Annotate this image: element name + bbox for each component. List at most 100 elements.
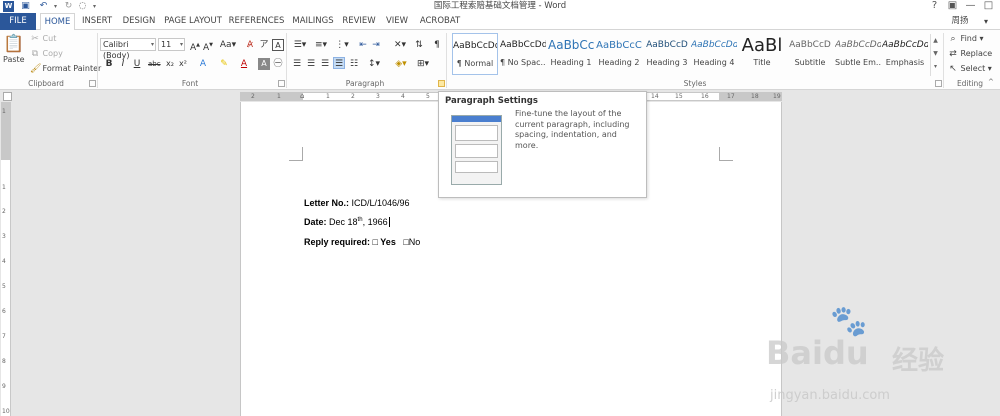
style-title[interactable]: AaBl Title [739,33,785,75]
tab-insert[interactable]: INSERT [79,13,115,30]
date-line[interactable]: Date: Dec 18th, 1966 [304,217,390,227]
style-normal[interactable]: AaBbCcDd ¶ Normal [452,33,498,75]
style-preview: AaBbCcDd [691,40,737,50]
select-label: Select [960,64,986,73]
bold-icon[interactable]: B [103,58,115,70]
highlight-icon[interactable]: ✎ [218,58,230,70]
find-button[interactable]: ⌕ Find ▾ [948,33,983,44]
style-heading-4[interactable]: AaBbCcDd Heading 4 [691,33,737,75]
font-name-combo[interactable]: Calibri (Body) ▾ [100,38,156,60]
ruler-tick: 17 [727,93,735,100]
search-icon: ⌕ [950,34,956,44]
tab-acrobat[interactable]: ACROBAT [416,13,464,30]
ruler-tick: 18 [751,93,759,100]
font-launcher-icon[interactable] [278,80,285,87]
copy-label: Copy [42,49,63,58]
shrink-font-icon[interactable]: A▼ [202,39,214,53]
tab-mailings[interactable]: MAILINGS [290,13,336,30]
tab-review[interactable]: REVIEW [340,13,378,30]
increase-indent-icon[interactable]: ⇥ [370,39,382,51]
style-heading-3[interactable]: AaBbCcD Heading 3 [644,33,690,75]
paste-button[interactable]: 📋 Paste [3,33,25,71]
bullets-icon[interactable]: ☰▾ [291,39,309,51]
align-right-icon[interactable]: ☰ [319,58,331,70]
replace-button[interactable]: ⇄ Replace [948,48,992,59]
tab-selector-icon[interactable] [3,92,12,101]
date-label: Date: [304,217,327,227]
grow-font-icon[interactable]: A▲ [189,39,201,53]
decrease-indent-icon[interactable]: ⇤ [357,39,369,51]
strikethrough-icon[interactable]: abc [148,58,161,70]
font-color-icon[interactable]: A [238,58,250,70]
style-no-spacing[interactable]: AaBbCcDd ¶ No Spac... [500,33,546,75]
style-preview: AaBbCcD [789,40,831,50]
reply-required-line[interactable]: Reply required: □ Yes □No [304,237,420,247]
align-left-icon[interactable]: ☰ [291,58,303,70]
clipboard-launcher-icon[interactable] [89,80,96,87]
subscript-icon[interactable]: x₂ [164,58,176,70]
tab-view[interactable]: VIEW [383,13,411,30]
find-label: Find [960,34,977,43]
tab-file[interactable]: FILE [0,13,36,30]
reply-yes-option[interactable]: □ Yes [373,237,396,247]
minimize-icon[interactable]: — [962,0,979,12]
collapse-ribbon-icon[interactable]: ^ [988,78,994,86]
letter-number-line[interactable]: Letter No.: ICD/L/1046/96 [304,198,410,208]
align-center-icon[interactable]: ☰ [305,58,317,70]
tab-page-layout[interactable]: PAGE LAYOUT [163,13,223,30]
watermark-url: jingyan.baidu.com [770,388,890,403]
tab-design[interactable]: DESIGN [120,13,158,30]
tab-home[interactable]: HOME [40,13,75,31]
borders-icon[interactable]: ⊞▾ [414,58,432,70]
font-size-combo[interactable]: 11 ▾ [158,38,185,51]
style-name: Title [753,58,771,67]
ruler-tick: 3 [2,233,6,240]
select-button[interactable]: ↖ Select ▾ [948,63,992,74]
justify-icon[interactable]: ☰ [333,57,345,69]
style-subtle-emphasis[interactable]: AaBbCcDd Subtle Em... [835,33,881,75]
italic-icon[interactable]: I [117,58,129,70]
superscript-icon[interactable]: x² [177,58,189,70]
multilevel-list-icon[interactable]: ⋮▾ [333,39,351,51]
chevron-down-icon: ▾ [150,41,154,48]
user-avatar-icon[interactable]: ▾ [978,13,994,30]
show-hide-marks-icon[interactable]: ¶ [431,39,443,51]
style-heading-1[interactable]: AaBbCc Heading 1 [548,33,594,75]
underline-icon[interactable]: U [131,58,143,70]
styles-launcher-icon[interactable] [935,80,942,87]
shading-icon[interactable]: ◈▾ [392,58,410,70]
chinese-layout-icon[interactable]: ✕▾ [391,39,409,51]
sort-icon[interactable]: ⇅ [413,39,425,51]
style-heading-2[interactable]: AaBbCcC Heading 2 [596,33,642,75]
character-shading-icon[interactable]: A [258,58,270,70]
vertical-ruler[interactable]: 1 1 2 3 4 5 6 7 8 9 10 [1,102,11,416]
tab-references[interactable]: REFERENCES [228,13,285,30]
enclose-characters-icon[interactable]: ㊀ [272,58,284,70]
reply-no-option[interactable]: □No [403,237,420,247]
distributed-icon[interactable]: ☷ [348,58,360,70]
indent-marker-icon[interactable]: ⌂ [300,92,304,100]
maximize-icon[interactable]: □ [980,0,997,12]
line-spacing-icon[interactable]: ↕▾ [365,58,383,70]
date-value: Dec 18 [326,217,358,227]
replace-icon: ⇄ [949,49,957,59]
clear-formatting-icon[interactable]: A̷ [244,39,256,51]
paintbrush-icon: 🖌 [30,64,42,74]
format-painter-button[interactable]: 🖌 Format Painter [30,63,101,74]
ruler-tick: 5 [2,283,6,290]
character-border-icon[interactable]: A [272,39,284,51]
style-subtitle[interactable]: AaBbCcD Subtitle [787,33,833,75]
ribbon-display-icon[interactable]: ▣ [944,0,961,12]
change-case-icon[interactable]: Aa▾ [219,39,237,51]
text-effects-icon[interactable]: A [197,58,209,70]
paragraph-launcher-icon[interactable] [438,80,445,87]
cut-button[interactable]: ✂ Cut [30,33,56,44]
title-bar: W ▣ ↶ ▾ ↻ ◌ ▾ 国际工程索赔基础文档管理 - Word ? ▣ — … [0,0,1000,13]
help-icon[interactable]: ? [926,0,943,12]
user-name[interactable]: 周扬 [945,13,975,30]
style-emphasis[interactable]: AaBbCcDd Emphasis [882,33,928,75]
phonetic-guide-icon[interactable]: ア [258,39,270,51]
styles-scroll[interactable]: ▲ ▼ ▾ [930,34,940,76]
copy-button[interactable]: ⧉ Copy [30,48,63,59]
numbering-icon[interactable]: ≡▾ [312,39,330,51]
